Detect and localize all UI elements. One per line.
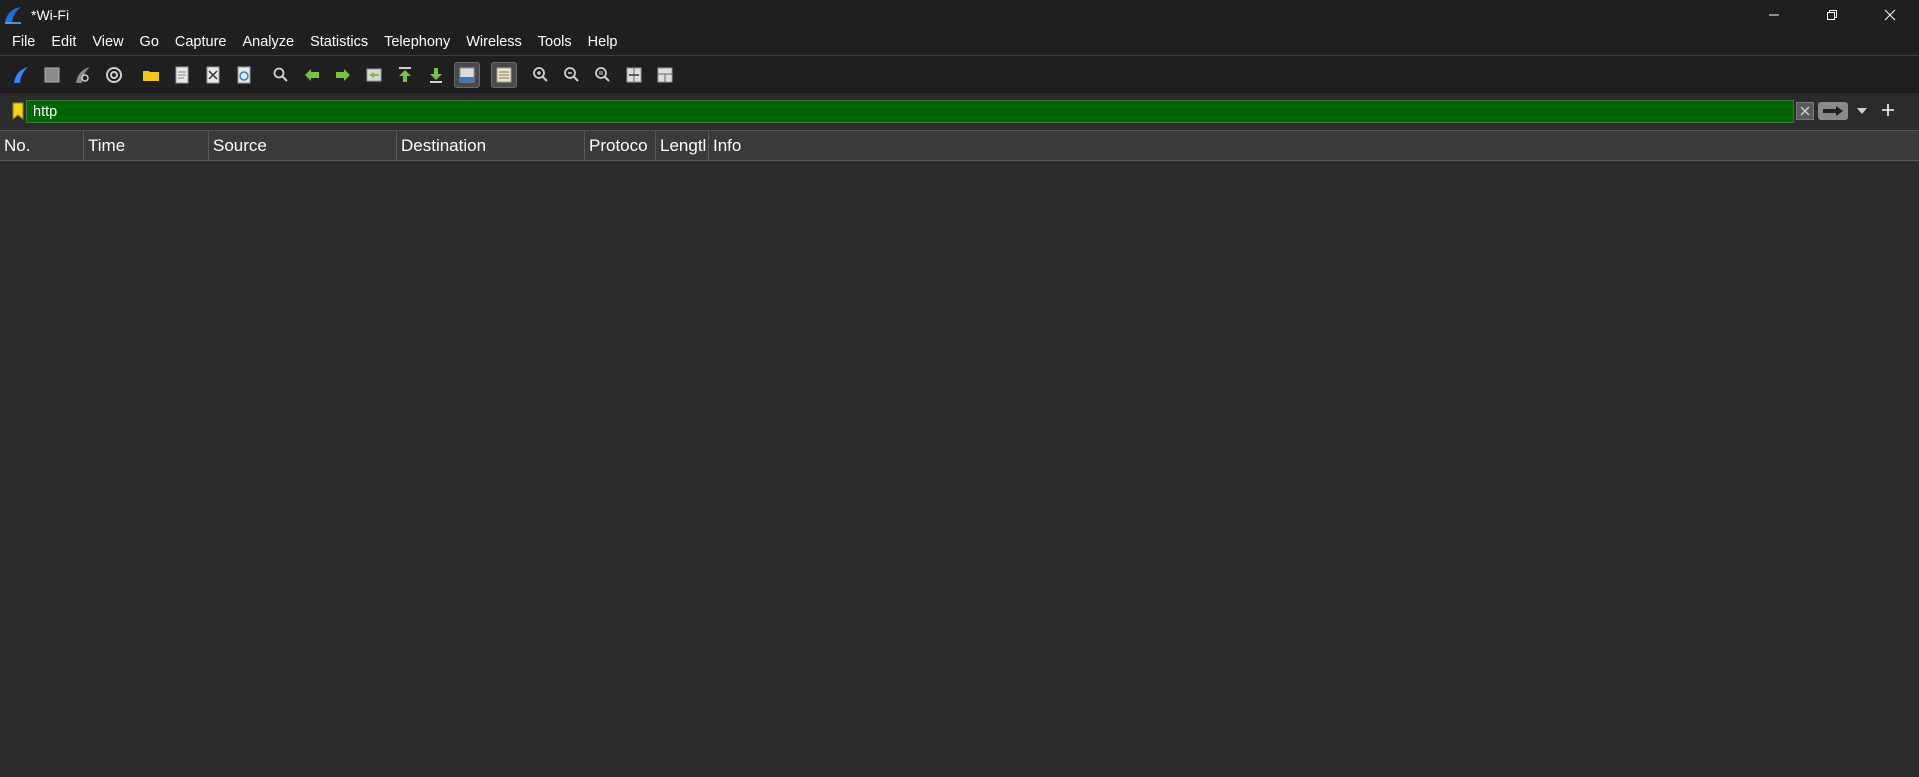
- plus-icon: [1882, 104, 1894, 116]
- close-file-icon: [206, 66, 220, 83]
- last-packet-button[interactable]: [423, 62, 449, 88]
- packet-list-body[interactable]: [0, 161, 1919, 776]
- wireshark-window: *Wi-Fi File Edit View Go Capture Analyze…: [0, 0, 1919, 777]
- clear-icon: [1800, 106, 1810, 116]
- go-back-button[interactable]: [299, 62, 325, 88]
- zoom-in-icon: [533, 66, 548, 82]
- go-back-icon: [305, 68, 319, 81]
- bookmark-icon: [12, 102, 24, 120]
- title-bar: *Wi-Fi: [0, 0, 1919, 29]
- filter-history-dropdown[interactable]: [1854, 102, 1870, 120]
- close-button[interactable]: [1861, 0, 1919, 29]
- window-title: *Wi-Fi: [31, 6, 70, 23]
- find-packet-button[interactable]: [268, 62, 294, 88]
- zoom-out-icon: [564, 66, 579, 82]
- column-header-destination[interactable]: Destination: [397, 131, 585, 160]
- zoom-out-button[interactable]: [559, 62, 585, 88]
- display-filter-bar: http: [0, 96, 1919, 126]
- packet-list-pane: No. Time Source Destination Protoco Leng…: [0, 130, 1919, 777]
- menu-file[interactable]: File: [4, 29, 43, 55]
- go-forward-icon: [336, 68, 350, 81]
- wireshark-logo-icon: [3, 4, 25, 26]
- capture-options-button[interactable]: [101, 62, 127, 88]
- column-header-length[interactable]: Lengtl: [656, 131, 709, 160]
- menu-bar: File Edit View Go Capture Analyze Statis…: [0, 29, 1919, 55]
- colorize-icon: [496, 67, 512, 82]
- column-header-source[interactable]: Source: [209, 131, 397, 160]
- start-capture-icon: [14, 66, 28, 83]
- auto-scroll-button[interactable]: [454, 61, 480, 88]
- close-icon: [1884, 9, 1896, 20]
- minimize-icon: [1769, 14, 1779, 15]
- menu-go[interactable]: Go: [132, 29, 167, 55]
- open-file-button[interactable]: [138, 62, 164, 88]
- restore-button[interactable]: [1803, 0, 1861, 29]
- menu-help[interactable]: Help: [580, 29, 626, 55]
- restore-icon: [1827, 9, 1837, 20]
- first-packet-button[interactable]: [392, 62, 418, 88]
- go-forward-button[interactable]: [330, 62, 356, 88]
- packet-list-header: No. Time Source Destination Protoco Leng…: [0, 131, 1919, 161]
- add-filter-button-button[interactable]: [1878, 100, 1898, 122]
- open-file-icon: [143, 70, 159, 81]
- layout-icon: [657, 67, 673, 82]
- first-packet-icon: [399, 66, 411, 82]
- menu-tools[interactable]: Tools: [530, 29, 580, 55]
- menu-view[interactable]: View: [84, 29, 131, 55]
- last-packet-icon: [430, 67, 442, 83]
- save-file-button[interactable]: [169, 62, 195, 88]
- menu-statistics[interactable]: Statistics: [302, 29, 376, 55]
- normal-size-icon: [595, 66, 610, 82]
- apply-arrow-icon: [1823, 106, 1843, 116]
- window-controls: [1745, 0, 1919, 29]
- save-file-icon: [175, 66, 189, 83]
- menu-capture[interactable]: Capture: [167, 29, 235, 55]
- apply-filter-button[interactable]: [1818, 102, 1848, 120]
- column-header-info[interactable]: Info: [709, 131, 1919, 160]
- stop-capture-icon: [44, 67, 60, 82]
- main-toolbar: [0, 55, 1919, 93]
- capture-options-icon: [106, 66, 122, 83]
- column-header-time[interactable]: Time: [84, 131, 209, 160]
- close-file-button[interactable]: [200, 62, 226, 88]
- menu-wireless[interactable]: Wireless: [458, 29, 530, 55]
- stop-capture-button[interactable]: [39, 62, 65, 88]
- minimize-button[interactable]: [1745, 0, 1803, 29]
- layout-button[interactable]: [652, 62, 678, 88]
- menu-analyze[interactable]: Analyze: [234, 29, 302, 55]
- clear-filter-button[interactable]: [1796, 102, 1814, 120]
- reload-file-button[interactable]: [231, 62, 257, 88]
- go-to-packet-icon: [366, 68, 382, 81]
- column-header-protocol[interactable]: Protoco: [585, 131, 656, 160]
- resize-columns-button[interactable]: [621, 62, 647, 88]
- auto-scroll-icon: [459, 67, 475, 82]
- resize-columns-icon: [626, 67, 642, 82]
- filter-bookmark-button[interactable]: [8, 100, 28, 122]
- display-filter-input[interactable]: http: [26, 100, 1794, 123]
- normal-size-button[interactable]: [590, 62, 616, 88]
- chevron-down-icon: [1857, 108, 1867, 114]
- menu-edit[interactable]: Edit: [43, 29, 84, 55]
- menu-telephony[interactable]: Telephony: [376, 29, 458, 55]
- restart-capture-icon: [76, 66, 90, 83]
- column-header-no[interactable]: No.: [0, 131, 84, 160]
- start-capture-button[interactable]: [8, 62, 34, 88]
- reload-file-icon: [237, 66, 251, 83]
- restart-capture-button[interactable]: [70, 62, 96, 88]
- zoom-in-button[interactable]: [528, 62, 554, 88]
- colorize-button[interactable]: [491, 61, 517, 88]
- find-packet-icon: [273, 67, 288, 82]
- go-to-packet-button[interactable]: [361, 62, 387, 88]
